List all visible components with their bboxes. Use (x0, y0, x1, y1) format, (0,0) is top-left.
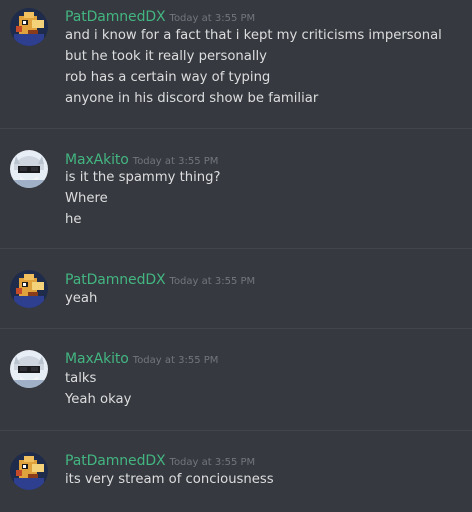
timestamp: Today at 3:55 PM (169, 13, 256, 24)
message-line: yeah (65, 291, 98, 306)
message-group: PatDamnedDX Today at 3:55 PM its very str… (0, 444, 472, 512)
message-line: but he took it really personally (65, 49, 267, 64)
message-line: talks (65, 371, 97, 386)
username[interactable]: MaxAkito (65, 152, 129, 168)
pat-avatar-icon[interactable] (10, 452, 48, 490)
message-header: PatDamnedDX Today at 3:55 PM (65, 450, 255, 470)
message-divider (0, 328, 472, 329)
message-content: yeah (65, 288, 97, 309)
message-line: he (65, 212, 82, 227)
message-divider (0, 430, 472, 431)
message-content: is it the spammy thing? Where he (65, 167, 221, 230)
username[interactable]: PatDamnedDX (65, 272, 166, 288)
message-line: Yeah okay (65, 392, 132, 407)
message-header: MaxAkito Today at 3:55 PM (65, 348, 218, 368)
message-line: is it the spammy thing? (65, 170, 221, 185)
message-group: MaxAkito Today at 3:55 PM talks Yeah okay (0, 342, 472, 422)
username[interactable]: PatDamnedDX (65, 9, 166, 25)
message-line: its very stream of conciousness (65, 472, 274, 487)
message-header: PatDamnedDX Today at 3:55 PM (65, 6, 255, 26)
message-content: its very stream of conciousness (65, 469, 274, 490)
message-line: anyone in his discord show be familiar (65, 91, 319, 106)
message-divider (0, 248, 472, 249)
message-line: and i know for a fact that i kept my cri… (65, 28, 442, 43)
pat-avatar-icon[interactable] (10, 270, 48, 308)
username[interactable]: PatDamnedDX (65, 453, 166, 469)
message-content: and i know for a fact that i kept my cri… (65, 25, 442, 109)
max-avatar-icon[interactable] (10, 350, 48, 388)
pat-avatar-icon[interactable] (10, 8, 48, 46)
message-divider (0, 128, 472, 129)
message-group: PatDamnedDX Today at 3:55 PM yeah (0, 262, 472, 322)
chat-messages: PatDamnedDX Today at 3:55 PM and i know f… (0, 0, 472, 512)
message-header: PatDamnedDX Today at 3:55 PM (65, 269, 255, 289)
message-line: Where (65, 191, 108, 206)
max-avatar-icon[interactable] (10, 150, 48, 188)
timestamp: Today at 3:55 PM (132, 355, 219, 366)
message-header: MaxAkito Today at 3:55 PM (65, 149, 218, 169)
message-group: PatDamnedDX Today at 3:55 PM and i know f… (0, 0, 472, 126)
timestamp: Today at 3:55 PM (132, 156, 219, 167)
message-content: talks Yeah okay (65, 368, 131, 410)
timestamp: Today at 3:55 PM (169, 276, 256, 287)
timestamp: Today at 3:55 PM (169, 457, 256, 468)
message-line: rob has a certain way of typing (65, 70, 271, 85)
username[interactable]: MaxAkito (65, 351, 129, 367)
message-group: MaxAkito Today at 3:55 PM is it the spamm… (0, 140, 472, 245)
